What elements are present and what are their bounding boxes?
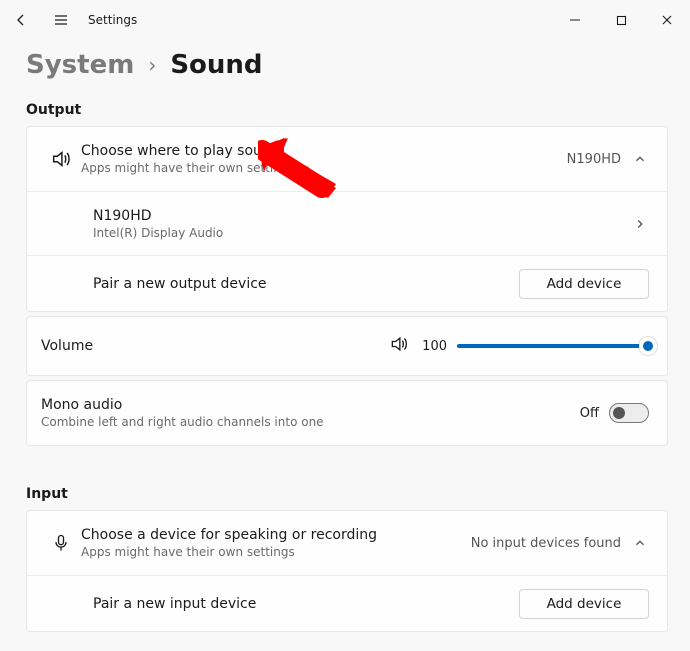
breadcrumb: System › Sound bbox=[26, 50, 668, 80]
nav-menu-button[interactable] bbox=[44, 3, 78, 37]
chevron-right-icon: › bbox=[148, 53, 156, 77]
close-icon bbox=[661, 14, 673, 26]
window-title: Settings bbox=[88, 13, 137, 27]
mono-audio-row[interactable]: Mono audio Combine left and right audio … bbox=[27, 381, 667, 445]
output-device-card: Choose where to play sound Apps might ha… bbox=[26, 126, 668, 312]
mono-audio-title: Mono audio bbox=[41, 397, 580, 413]
input-choose-row[interactable]: Choose a device for speaking or recordin… bbox=[27, 511, 667, 575]
title-bar: Settings bbox=[0, 0, 690, 40]
input-pair-row: Pair a new input device Add device bbox=[27, 575, 667, 631]
output-choose-title: Choose where to play sound bbox=[81, 143, 567, 159]
section-header-output: Output bbox=[26, 102, 668, 118]
input-choose-title: Choose a device for speaking or recordin… bbox=[81, 527, 471, 543]
minimize-button[interactable] bbox=[552, 4, 598, 36]
chevron-up-icon bbox=[631, 150, 649, 168]
chevron-up-icon bbox=[631, 534, 649, 552]
maximize-button[interactable] bbox=[598, 4, 644, 36]
section-header-input: Input bbox=[26, 486, 668, 502]
close-button[interactable] bbox=[644, 4, 690, 36]
breadcrumb-parent[interactable]: System bbox=[26, 50, 134, 80]
input-choose-value: No input devices found bbox=[471, 536, 621, 551]
mono-audio-state: Off bbox=[580, 406, 599, 421]
microphone-icon bbox=[51, 533, 71, 553]
chevron-right-icon bbox=[631, 215, 649, 233]
output-pair-title: Pair a new output device bbox=[93, 276, 519, 292]
output-device-sub: Intel(R) Display Audio bbox=[93, 226, 631, 240]
minimize-icon bbox=[569, 14, 581, 26]
output-choose-row[interactable]: Choose where to play sound Apps might ha… bbox=[27, 127, 667, 191]
mono-audio-sub: Combine left and right audio channels in… bbox=[41, 415, 580, 429]
arrow-left-icon bbox=[13, 12, 29, 28]
volume-value: 100 bbox=[419, 339, 447, 354]
output-pair-row: Pair a new output device Add device bbox=[27, 255, 667, 311]
page-title: Sound bbox=[170, 50, 262, 80]
add-output-device-button[interactable]: Add device bbox=[519, 269, 649, 299]
mono-audio-card: Mono audio Combine left and right audio … bbox=[26, 380, 668, 446]
volume-row: Volume 100 bbox=[27, 317, 667, 375]
output-choose-sub: Apps might have their own settings bbox=[81, 161, 567, 175]
add-input-device-button[interactable]: Add device bbox=[519, 589, 649, 619]
input-pair-title: Pair a new input device bbox=[93, 596, 519, 612]
input-device-card: Choose a device for speaking or recordin… bbox=[26, 510, 668, 632]
output-choose-value: N190HD bbox=[567, 152, 621, 167]
volume-card: Volume 100 bbox=[26, 316, 668, 376]
maximize-icon bbox=[616, 15, 627, 26]
volume-title: Volume bbox=[41, 338, 93, 354]
back-button[interactable] bbox=[4, 3, 38, 37]
speaker-icon bbox=[389, 334, 409, 358]
hamburger-icon bbox=[53, 12, 69, 28]
volume-slider[interactable] bbox=[457, 344, 649, 348]
input-choose-sub: Apps might have their own settings bbox=[81, 545, 471, 559]
mono-audio-toggle[interactable] bbox=[609, 403, 649, 423]
output-device-title: N190HD bbox=[93, 208, 631, 224]
speaker-icon bbox=[50, 148, 72, 170]
output-device-row[interactable]: N190HD Intel(R) Display Audio bbox=[27, 191, 667, 255]
